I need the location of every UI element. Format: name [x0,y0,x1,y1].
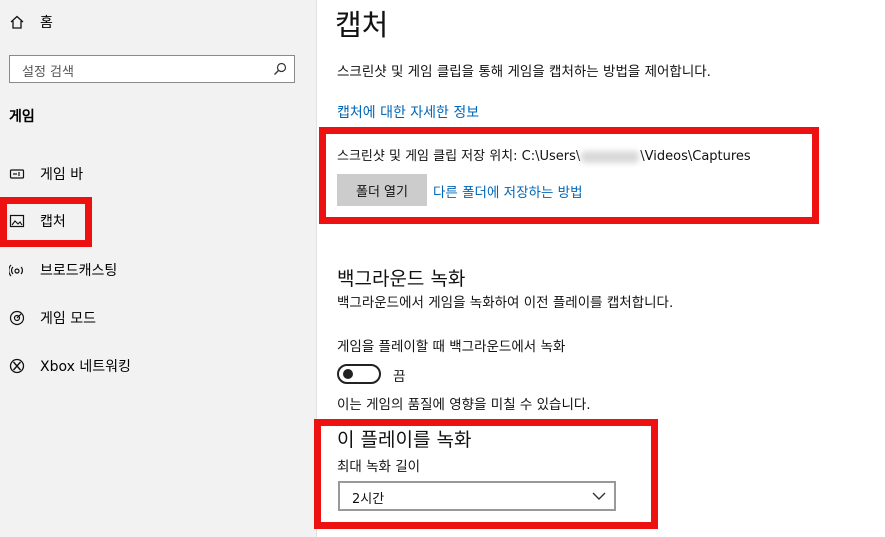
background-recording-toggle[interactable] [337,364,381,384]
search-settings-input[interactable]: 설정 검색 [9,55,295,83]
sidebar: 홈 설정 검색 게임 게임 바 캡처 브로드캐스팅 게임 모드 Xbox 네트워… [0,0,316,537]
search-icon[interactable] [272,61,288,77]
highlight-capture-nav [0,197,92,247]
broadcast-icon [8,261,26,279]
save-location-text: 스크린샷 및 게임 클립 저장 위치: C:\Users\ \Videos\Cap… [337,145,751,164]
game-bar-icon [8,165,26,183]
sidebar-item-label: 게임 모드 [40,311,96,327]
page-description: 스크린샷 및 게임 클립을 통해 게임을 캡처하는 방법을 제어합니다. [337,64,711,80]
other-folder-link[interactable]: 다른 폴더에 저장하는 방법 [433,181,583,201]
home-label: 홈 [40,15,53,31]
home-icon [8,13,26,31]
sidebar-item-game-mode[interactable]: 게임 모드 [8,306,96,330]
sidebar-item-label: Xbox 네트워킹 [40,359,131,375]
background-recording-heading: 백그라운드 녹화 [337,268,466,290]
max-length-label: 최대 녹화 길이 [337,459,421,475]
background-recording-toggle-label: 게임을 플레이할 때 백그라운드에서 녹화 [337,339,566,355]
game-mode-icon [8,309,26,327]
background-recording-description: 백그라운드에서 게임을 녹화하여 이전 플레이를 캡처합니다. [337,295,674,311]
page-title: 캡처 [335,8,389,42]
sidebar-item-label: 게임 바 [40,167,84,183]
toggle-knob [343,369,353,379]
max-length-dropdown[interactable]: 2시간 [338,481,616,511]
record-this-heading: 이 플레이를 녹화 [337,429,472,451]
quality-note: 이는 게임의 품질에 영향을 미칠 수 있습니다. [337,397,591,413]
save-location-prefix: 스크린샷 및 게임 클립 저장 위치: C:\Users\ [337,149,581,164]
chevron-down-icon [592,492,606,500]
section-title-game: 게임 [9,109,35,125]
xbox-icon [8,357,26,375]
sidebar-item-game-bar[interactable]: 게임 바 [8,162,83,186]
search-placeholder: 설정 검색 [22,65,74,80]
toggle-state-text: 끔 [393,369,406,385]
max-length-value: 2시간 [352,492,385,507]
blurred-username [581,150,640,163]
open-folder-button[interactable]: 폴더 열기 [337,174,427,206]
home-nav-item[interactable]: 홈 [8,10,53,34]
capture-info-link[interactable]: 캡처에 대한 자세한 정보 [337,102,479,122]
save-location-suffix: \Videos\Captures [640,149,751,164]
sidebar-item-broadcasting[interactable]: 브로드캐스팅 [8,258,117,282]
sidebar-item-xbox-networking[interactable]: Xbox 네트워킹 [8,354,131,378]
sidebar-item-label: 브로드캐스팅 [40,263,118,279]
